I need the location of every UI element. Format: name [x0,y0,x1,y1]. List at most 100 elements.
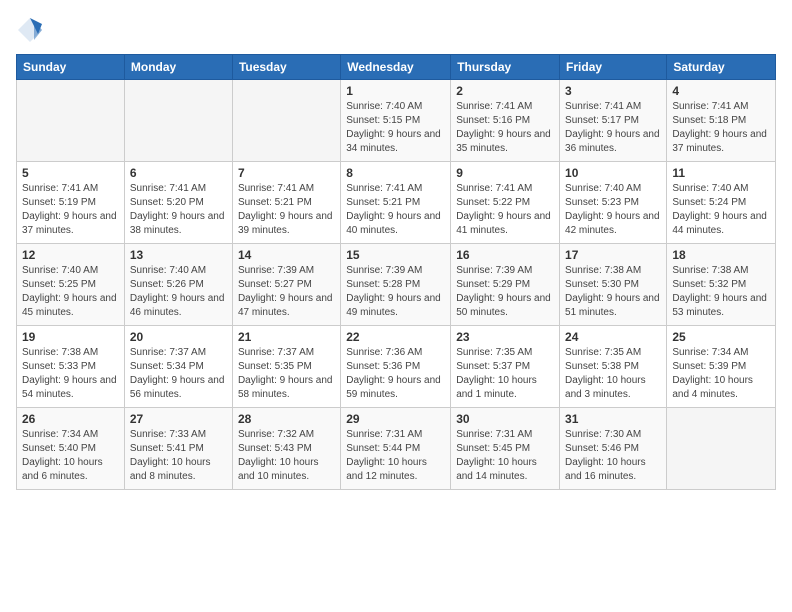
day-info: Sunrise: 7:33 AM Sunset: 5:41 PM Dayligh… [130,428,227,484]
day-number: 30 [456,412,554,426]
day-info: Sunrise: 7:40 AM Sunset: 5:23 PM Dayligh… [565,182,661,238]
calendar-cell: 5Sunrise: 7:41 AM Sunset: 5:19 PM Daylig… [17,162,125,244]
day-info: Sunrise: 7:41 AM Sunset: 5:21 PM Dayligh… [346,182,445,238]
day-info: Sunrise: 7:30 AM Sunset: 5:46 PM Dayligh… [565,428,661,484]
weekday-header-saturday: Saturday [667,55,776,80]
calendar-cell: 28Sunrise: 7:32 AM Sunset: 5:43 PM Dayli… [232,408,340,490]
day-number: 10 [565,166,661,180]
day-info: Sunrise: 7:31 AM Sunset: 5:44 PM Dayligh… [346,428,445,484]
day-number: 3 [565,84,661,98]
calendar-cell: 13 Sunrise: 7:40 AM Sunset: 5:26 PM Dayli… [124,244,232,326]
day-info: Sunrise: 7:40 AM Sunset: 5:15 PM Dayligh… [346,100,445,156]
logo [16,16,48,44]
calendar-cell [124,80,232,162]
day-info: Sunrise: 7:40 AM Sunset: 5:25 PM Dayligh… [22,264,119,320]
calendar-cell [667,408,776,490]
day-info: Sunrise: 7:34 AM Sunset: 5:40 PM Dayligh… [22,428,119,484]
calendar-cell: 2 Sunrise: 7:41 AM Sunset: 5:16 PM Daylig… [451,80,560,162]
calendar-cell: 7Sunrise: 7:41 AM Sunset: 5:21 PM Daylig… [232,162,340,244]
day-number: 2 [456,84,554,98]
day-info: Sunrise: 7:40 AM Sunset: 5:26 PM Dayligh… [130,264,227,320]
calendar-cell: 26Sunrise: 7:34 AM Sunset: 5:40 PM Dayli… [17,408,125,490]
day-info: Sunrise: 7:41 AM Sunset: 5:22 PM Dayligh… [456,182,554,238]
day-number: 24 [565,330,661,344]
day-info: Sunrise: 7:36 AM Sunset: 5:36 PM Dayligh… [346,346,445,402]
day-number: 4 [672,84,770,98]
day-number: 1 [346,84,445,98]
day-number: 6 [130,166,227,180]
calendar-week-row: 1 Sunrise: 7:40 AM Sunset: 5:15 PM Daylig… [17,80,776,162]
calendar-cell: 27 Sunrise: 7:33 AM Sunset: 5:41 PM Dayli… [124,408,232,490]
weekday-header-thursday: Thursday [451,55,560,80]
day-info: Sunrise: 7:41 AM Sunset: 5:17 PM Dayligh… [565,100,661,156]
header [16,16,776,44]
calendar-week-row: 26Sunrise: 7:34 AM Sunset: 5:40 PM Dayli… [17,408,776,490]
calendar-body: 1 Sunrise: 7:40 AM Sunset: 5:15 PM Daylig… [17,80,776,490]
weekday-header-row: SundayMondayTuesdayWednesdayThursdayFrid… [17,55,776,80]
calendar-cell: 18 Sunrise: 7:38 AM Sunset: 5:32 PM Dayli… [667,244,776,326]
logo-icon [16,16,44,44]
calendar-cell: 8 Sunrise: 7:41 AM Sunset: 5:21 PM Daylig… [341,162,451,244]
calendar-cell: 21Sunrise: 7:37 AM Sunset: 5:35 PM Dayli… [232,326,340,408]
day-info: Sunrise: 7:35 AM Sunset: 5:37 PM Dayligh… [456,346,554,402]
calendar-cell: 23Sunrise: 7:35 AM Sunset: 5:37 PM Dayli… [451,326,560,408]
calendar-cell [17,80,125,162]
calendar-week-row: 19 Sunrise: 7:38 AM Sunset: 5:33 PM Dayli… [17,326,776,408]
day-number: 18 [672,248,770,262]
day-info: Sunrise: 7:34 AM Sunset: 5:39 PM Dayligh… [672,346,770,402]
day-info: Sunrise: 7:37 AM Sunset: 5:35 PM Dayligh… [238,346,335,402]
calendar-table: SundayMondayTuesdayWednesdayThursdayFrid… [16,54,776,490]
day-number: 9 [456,166,554,180]
day-number: 22 [346,330,445,344]
calendar-cell: 17 Sunrise: 7:38 AM Sunset: 5:30 PM Dayli… [560,244,667,326]
day-number: 27 [130,412,227,426]
calendar-cell: 14 Sunrise: 7:39 AM Sunset: 5:27 PM Dayli… [232,244,340,326]
calendar-cell: 19 Sunrise: 7:38 AM Sunset: 5:33 PM Dayli… [17,326,125,408]
day-number: 14 [238,248,335,262]
day-number: 12 [22,248,119,262]
day-info: Sunrise: 7:41 AM Sunset: 5:18 PM Dayligh… [672,100,770,156]
calendar-cell: 24 Sunrise: 7:35 AM Sunset: 5:38 PM Dayli… [560,326,667,408]
day-number: 17 [565,248,661,262]
calendar-cell: 30Sunrise: 7:31 AM Sunset: 5:45 PM Dayli… [451,408,560,490]
calendar-week-row: 12 Sunrise: 7:40 AM Sunset: 5:25 PM Dayli… [17,244,776,326]
day-number: 15 [346,248,445,262]
day-info: Sunrise: 7:41 AM Sunset: 5:21 PM Dayligh… [238,182,335,238]
weekday-header-wednesday: Wednesday [341,55,451,80]
day-info: Sunrise: 7:39 AM Sunset: 5:29 PM Dayligh… [456,264,554,320]
page: SundayMondayTuesdayWednesdayThursdayFrid… [0,0,792,612]
day-number: 13 [130,248,227,262]
day-info: Sunrise: 7:35 AM Sunset: 5:38 PM Dayligh… [565,346,661,402]
day-number: 8 [346,166,445,180]
day-info: Sunrise: 7:37 AM Sunset: 5:34 PM Dayligh… [130,346,227,402]
calendar-cell [232,80,340,162]
calendar-cell: 9 Sunrise: 7:41 AM Sunset: 5:22 PM Daylig… [451,162,560,244]
day-number: 5 [22,166,119,180]
day-number: 31 [565,412,661,426]
calendar-cell: 10 Sunrise: 7:40 AM Sunset: 5:23 PM Dayli… [560,162,667,244]
day-number: 19 [22,330,119,344]
calendar-cell: 15 Sunrise: 7:39 AM Sunset: 5:28 PM Dayli… [341,244,451,326]
calendar-header: SundayMondayTuesdayWednesdayThursdayFrid… [17,55,776,80]
day-info: Sunrise: 7:41 AM Sunset: 5:20 PM Dayligh… [130,182,227,238]
day-info: Sunrise: 7:41 AM Sunset: 5:16 PM Dayligh… [456,100,554,156]
calendar-cell: 4 Sunrise: 7:41 AM Sunset: 5:18 PM Daylig… [667,80,776,162]
day-info: Sunrise: 7:38 AM Sunset: 5:33 PM Dayligh… [22,346,119,402]
calendar-cell: 1 Sunrise: 7:40 AM Sunset: 5:15 PM Daylig… [341,80,451,162]
day-info: Sunrise: 7:39 AM Sunset: 5:27 PM Dayligh… [238,264,335,320]
calendar-cell: 22 Sunrise: 7:36 AM Sunset: 5:36 PM Dayli… [341,326,451,408]
day-number: 29 [346,412,445,426]
calendar-cell: 11Sunrise: 7:40 AM Sunset: 5:24 PM Dayli… [667,162,776,244]
calendar-cell: 31 Sunrise: 7:30 AM Sunset: 5:46 PM Dayli… [560,408,667,490]
day-number: 16 [456,248,554,262]
weekday-header-monday: Monday [124,55,232,80]
day-number: 20 [130,330,227,344]
day-info: Sunrise: 7:38 AM Sunset: 5:30 PM Dayligh… [565,264,661,320]
weekday-header-tuesday: Tuesday [232,55,340,80]
calendar-cell: 20 Sunrise: 7:37 AM Sunset: 5:34 PM Dayli… [124,326,232,408]
day-info: Sunrise: 7:40 AM Sunset: 5:24 PM Dayligh… [672,182,770,238]
day-info: Sunrise: 7:38 AM Sunset: 5:32 PM Dayligh… [672,264,770,320]
calendar-cell: 25Sunrise: 7:34 AM Sunset: 5:39 PM Dayli… [667,326,776,408]
day-info: Sunrise: 7:39 AM Sunset: 5:28 PM Dayligh… [346,264,445,320]
day-info: Sunrise: 7:32 AM Sunset: 5:43 PM Dayligh… [238,428,335,484]
